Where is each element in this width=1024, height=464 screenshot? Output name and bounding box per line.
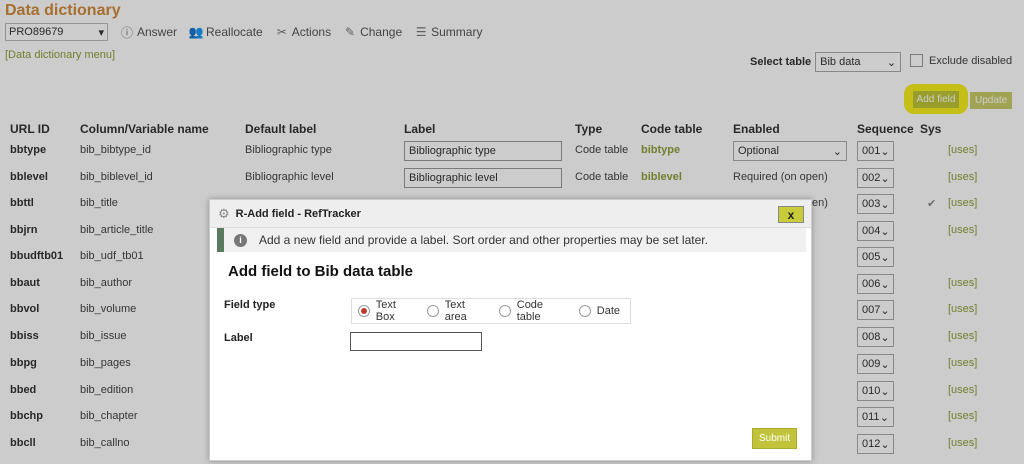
radio-dot-selected: [358, 305, 370, 317]
field-type-radio-group: Text Box Text area Code table Date: [351, 298, 631, 324]
radio-date-label: Date: [596, 305, 621, 317]
label-field-label: Label: [224, 332, 253, 344]
field-type-label: Field type: [224, 299, 276, 311]
dialog-heading: Add field to Bib data table: [228, 263, 414, 280]
radio-code-table-label: Code table: [516, 299, 544, 323]
info-icon: i: [234, 233, 247, 247]
gear-icon: ⚙: [218, 205, 230, 221]
radio-text-area-label: Text area: [444, 299, 467, 323]
dialog-info-bar: i Add a new field and provide a label. S…: [217, 228, 806, 252]
dialog-header[interactable]: ⚙ R-Add field - RefTracker: [210, 200, 811, 228]
radio-text-box[interactable]: Text Box: [358, 299, 417, 323]
radio-dot: [578, 305, 591, 317]
dialog-close-button[interactable]: x: [778, 206, 804, 223]
radio-text-area[interactable]: Text area: [426, 299, 489, 323]
radio-text-box-label: Text Box: [375, 299, 396, 323]
radio-code-table[interactable]: Code table: [498, 299, 569, 323]
submit-button[interactable]: Submit: [752, 428, 798, 449]
dialog-info-text: Add a new field and provide a label. Sor…: [259, 233, 708, 247]
radio-date[interactable]: Date: [578, 305, 621, 317]
dialog-window-title: R-Add field - RefTracker: [235, 207, 361, 220]
radio-dot: [498, 305, 511, 317]
radio-dot: [426, 305, 439, 317]
add-field-dialog: ⚙ R-Add field - RefTracker x i Add a new…: [209, 199, 812, 461]
label-input[interactable]: [350, 332, 482, 351]
